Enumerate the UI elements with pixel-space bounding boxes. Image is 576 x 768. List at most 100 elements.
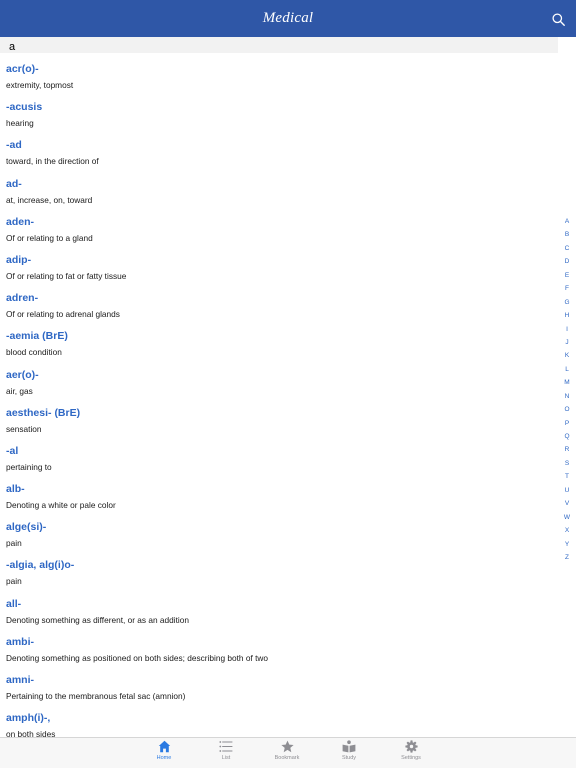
gear-icon — [404, 740, 418, 753]
list-item[interactable]: all- Denoting something as different, or… — [0, 596, 558, 634]
tab-label: List — [221, 755, 231, 761]
index-letter-c[interactable]: C — [560, 242, 574, 255]
index-letter-h[interactable]: H — [560, 309, 574, 322]
list-item[interactable]: ad- at, increase, on, toward — [0, 176, 558, 214]
tab-label: Bookmark — [274, 755, 300, 761]
term-title: aden- — [6, 215, 35, 228]
tab-list[interactable]: List — [206, 740, 246, 768]
book-icon — [342, 740, 356, 753]
index-letter-i[interactable]: I — [560, 323, 574, 336]
tab-label: Settings — [401, 755, 421, 761]
term-title: acr(o)- — [6, 63, 39, 75]
tab-bookmark[interactable]: Bookmark — [267, 740, 307, 768]
tab-study[interactable]: Study — [329, 740, 369, 768]
term-title: -algia, alg(i)o- — [6, 559, 75, 572]
term-meaning: blood condition — [6, 347, 62, 358]
term-meaning: air, gas — [6, 385, 33, 396]
index-letter-b[interactable]: B — [560, 228, 574, 241]
term-meaning: Of or relating to adrenal glands — [6, 309, 120, 320]
list-item[interactable]: -aemia (BrE) blood condition — [0, 328, 558, 366]
term-title: aesthesi- (BrE) — [6, 406, 81, 419]
index-letter-a[interactable]: A — [560, 215, 574, 228]
list-item[interactable]: aer(o)- air, gas — [0, 367, 558, 405]
alphabet-index: A B C D E F G H I J K L M N O P Q R S T … — [560, 215, 574, 564]
term-meaning: toward, in the direction of — [6, 156, 99, 167]
list-icon — [219, 741, 233, 752]
index-letter-d[interactable]: D — [560, 255, 574, 268]
term-title: alb- — [6, 483, 25, 496]
home-icon — [158, 740, 170, 753]
index-letter-w[interactable]: W — [560, 511, 574, 524]
term-meaning: sensation — [6, 423, 42, 434]
list-item[interactable]: -acusis hearing — [0, 99, 558, 137]
star-icon — [280, 740, 294, 753]
term-meaning: pain — [6, 538, 22, 549]
term-meaning: Denoting something as different, or as a… — [6, 614, 189, 625]
list-item[interactable]: ambi- Denoting something as positioned o… — [0, 634, 558, 672]
list-item[interactable]: -al pertaining to — [0, 443, 558, 481]
search-button[interactable] — [548, 9, 568, 29]
index-letter-k[interactable]: K — [560, 349, 574, 362]
term-meaning: pertaining to — [6, 461, 52, 472]
index-letter-s[interactable]: S — [560, 457, 574, 470]
term-meaning: pain — [6, 576, 22, 587]
term-title: ad- — [6, 177, 22, 190]
term-title: -aemia (BrE) — [6, 330, 68, 343]
term-title: adip- — [6, 253, 32, 266]
page-title: Medical — [262, 10, 314, 26]
index-letter-l[interactable]: L — [560, 363, 574, 376]
index-letter-f[interactable]: F — [560, 282, 574, 295]
index-letter-v[interactable]: V — [560, 497, 574, 510]
list-item[interactable]: amni- Pertaining to the membranous fetal… — [0, 672, 558, 710]
term-meaning: Denoting something as positioned on both… — [6, 652, 268, 663]
list-item[interactable]: aden- Of or relating to a gland — [0, 214, 558, 252]
list-item[interactable]: adren- Of or relating to adrenal glands — [0, 290, 558, 328]
index-letter-u[interactable]: U — [560, 484, 574, 497]
index-letter-m[interactable]: M — [560, 376, 574, 389]
term-title: adren- — [6, 292, 39, 305]
index-letter-o[interactable]: O — [560, 403, 574, 416]
term-list[interactable]: acr(o)- extremity, topmost -acusis heari… — [0, 61, 558, 748]
index-letter-t[interactable]: T — [560, 470, 574, 483]
search-input[interactable] — [0, 39, 558, 55]
term-title: -ad — [6, 139, 22, 152]
term-title: ambi- — [6, 635, 35, 648]
term-meaning: Denoting a white or pale color — [6, 500, 116, 511]
tab-home[interactable]: Home — [144, 740, 184, 768]
list-item[interactable]: alb- Denoting a white or pale color — [0, 481, 558, 519]
term-meaning: Of or relating to a gland — [6, 232, 93, 243]
term-meaning: extremity, topmost — [6, 80, 74, 90]
index-letter-n[interactable]: N — [560, 390, 574, 403]
term-title: -acusis — [6, 101, 43, 114]
list-item[interactable]: -algia, alg(i)o- pain — [0, 557, 558, 595]
term-title: amph(i)-, — [6, 712, 51, 725]
navigation-bar: Medical — [0, 0, 576, 37]
term-meaning: Pertaining to the membranous fetal sac (… — [6, 691, 186, 701]
list-item[interactable]: alge(si)- pain — [0, 519, 558, 557]
index-letter-p[interactable]: P — [560, 417, 574, 430]
term-title: all- — [6, 597, 22, 610]
list-item[interactable]: aesthesi- (BrE) sensation — [0, 405, 558, 443]
term-meaning: hearing — [6, 118, 34, 129]
index-letter-r[interactable]: R — [560, 443, 574, 456]
term-title: aer(o)- — [6, 368, 39, 381]
term-meaning: Of or relating to fat or fatty tissue — [6, 270, 127, 281]
list-item[interactable]: -ad toward, in the direction of — [0, 137, 558, 175]
term-meaning: at, increase, on, toward — [6, 194, 93, 205]
index-letter-e[interactable]: E — [560, 269, 574, 282]
term-title: alge(si)- — [6, 521, 47, 534]
search-bar — [0, 37, 558, 55]
index-letter-q[interactable]: Q — [560, 430, 574, 443]
index-letter-z[interactable]: Z — [560, 551, 574, 564]
index-letter-y[interactable]: Y — [560, 538, 574, 551]
list-item[interactable]: adip- Of or relating to fat or fatty tis… — [0, 252, 558, 290]
tab-label: Study — [341, 755, 357, 761]
index-letter-x[interactable]: X — [560, 524, 574, 537]
term-title: -al — [6, 444, 19, 457]
search-icon — [551, 12, 565, 26]
tab-settings[interactable]: Settings — [391, 740, 431, 768]
list-item[interactable]: acr(o)- extremity, topmost — [0, 61, 558, 99]
index-letter-g[interactable]: G — [560, 296, 574, 309]
index-letter-j[interactable]: J — [560, 336, 574, 349]
term-title: amni- — [6, 674, 35, 686]
